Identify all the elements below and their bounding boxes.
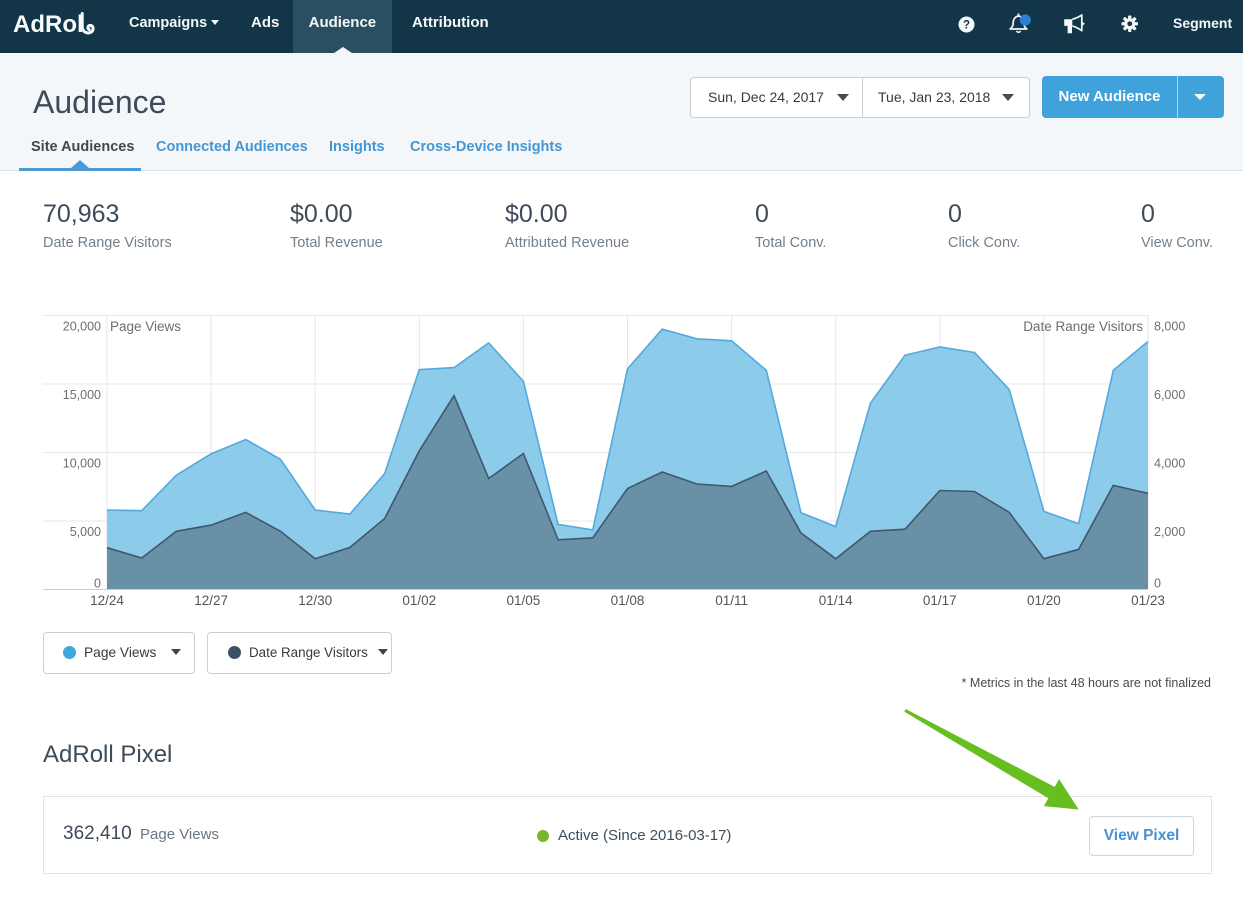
svg-text:01/08: 01/08 bbox=[611, 593, 645, 608]
svg-text:4,000: 4,000 bbox=[1154, 457, 1185, 471]
svg-text:01/14: 01/14 bbox=[819, 593, 853, 608]
svg-text:12/24: 12/24 bbox=[90, 593, 124, 608]
svg-text:Date Range Visitors: Date Range Visitors bbox=[1023, 319, 1143, 334]
svg-text:12/27: 12/27 bbox=[194, 593, 228, 608]
svg-text:01/11: 01/11 bbox=[715, 593, 748, 608]
svg-text:01/02: 01/02 bbox=[402, 593, 436, 608]
svg-text:15,000: 15,000 bbox=[63, 388, 101, 402]
svg-text:0: 0 bbox=[1154, 577, 1161, 591]
svg-text:5,000: 5,000 bbox=[70, 525, 101, 539]
svg-text:6,000: 6,000 bbox=[1154, 388, 1185, 402]
svg-text:2,000: 2,000 bbox=[1154, 525, 1185, 539]
svg-text:01/20: 01/20 bbox=[1027, 593, 1061, 608]
svg-text:01/17: 01/17 bbox=[923, 593, 957, 608]
svg-text:8,000: 8,000 bbox=[1154, 320, 1185, 334]
svg-text:12/30: 12/30 bbox=[298, 593, 332, 608]
svg-text:01/23: 01/23 bbox=[1131, 593, 1165, 608]
svg-text:10,000: 10,000 bbox=[63, 457, 101, 471]
svg-text:20,000: 20,000 bbox=[63, 320, 101, 334]
svg-text:Page Views: Page Views bbox=[110, 319, 181, 334]
svg-text:0: 0 bbox=[94, 577, 101, 591]
svg-text:01/05: 01/05 bbox=[507, 593, 541, 608]
